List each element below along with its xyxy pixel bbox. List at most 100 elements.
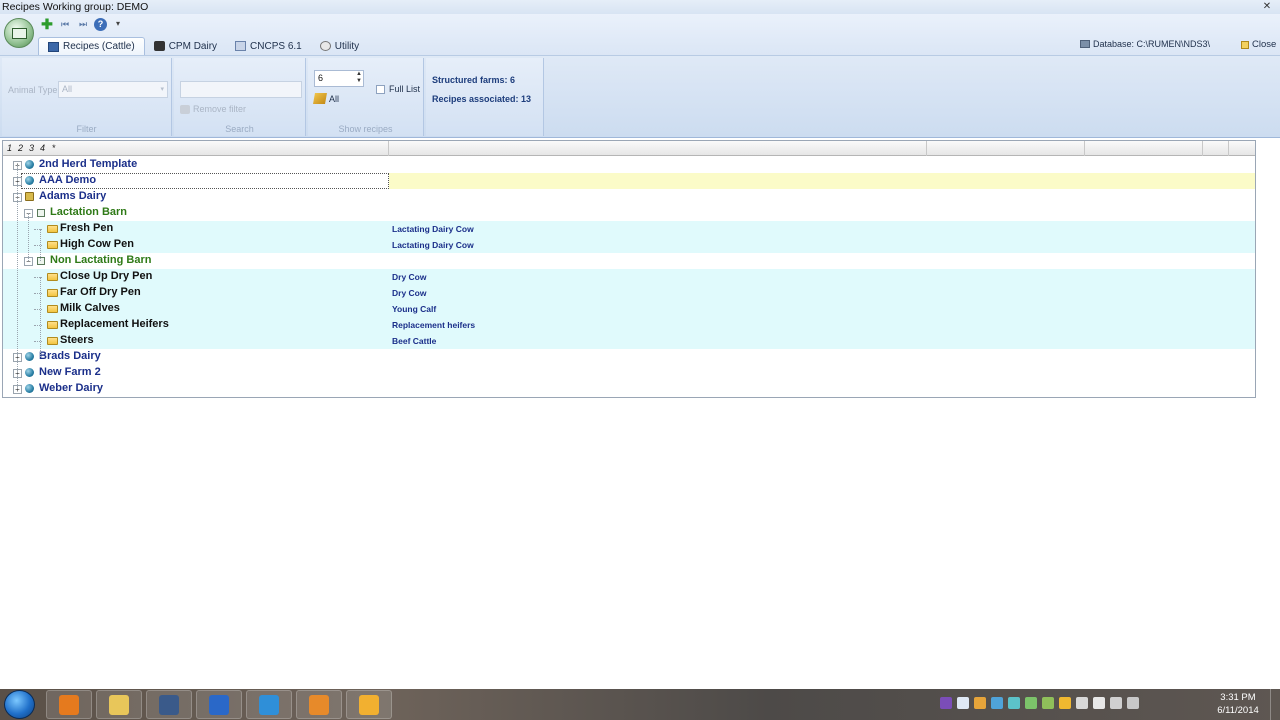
bluetooth-icon[interactable] (957, 697, 969, 709)
tree-item-label: Brads Dairy (39, 350, 101, 362)
tree-item-label: Lactation Barn (50, 206, 128, 218)
remove-filter-button[interactable]: Remove filter (180, 104, 246, 114)
tree-row[interactable]: Milk Calves Young Calf (3, 301, 1255, 317)
tree-row[interactable]: Steers Beef Cattle (3, 333, 1255, 349)
app-menu-button[interactable] (4, 18, 34, 48)
system-tray (940, 697, 1139, 709)
first-record-icon[interactable]: ⏮ (58, 18, 72, 31)
database-icon (1080, 40, 1090, 48)
animal-type-cell: Dry Cow (392, 272, 427, 282)
tree-connector (28, 213, 29, 261)
tree-item-label: Replacement Heifers (60, 318, 169, 330)
tab-label: CNCPS 6.1 (250, 40, 302, 52)
close-button[interactable]: Close (1241, 39, 1276, 50)
search-input[interactable] (180, 81, 302, 98)
tree-row[interactable]: +2nd Herd Template (3, 157, 1255, 173)
show-desktop-button[interactable] (1270, 689, 1280, 720)
tree-item-label: 2nd Herd Template (39, 158, 138, 170)
show-all-label: All (329, 93, 340, 104)
tab-utility[interactable]: Utility (311, 37, 368, 55)
taskbar-app-app-flower[interactable] (346, 690, 392, 719)
farm-globe-icon (25, 384, 34, 393)
tree-row[interactable]: + AAA Demo (3, 173, 1255, 189)
clock[interactable]: 3:31 PM 6/11/2014 (1212, 691, 1264, 717)
taskbar-app-internet-explorer[interactable] (246, 690, 292, 719)
tree-item-label: New Farm 2 (39, 366, 101, 378)
cncps-icon (235, 41, 247, 51)
search-group-label: Search (225, 124, 254, 134)
taskbar-app-file-explorer[interactable] (96, 690, 142, 719)
recipe-count-stepper[interactable]: 6 ▲ ▼ (314, 70, 364, 87)
taskbar-app-outlook[interactable] (296, 690, 342, 719)
tab-cncps[interactable]: CNCPS 6.1 (226, 37, 311, 55)
column-header-name[interactable] (3, 141, 389, 156)
security-icon[interactable] (1059, 697, 1071, 709)
tree-row[interactable]: Replacement Heifers Replacement heifers (3, 317, 1255, 333)
stepper-arrows-icon[interactable]: ▲ ▼ (356, 71, 362, 85)
customize-dropdown-icon[interactable]: ▾ (111, 18, 125, 31)
help-icon[interactable]: ? (94, 17, 107, 31)
tab-cpm-dairy[interactable]: CPM Dairy (145, 37, 226, 55)
column-header-5[interactable] (1203, 141, 1229, 156)
tree-item-label: High Cow Pen (60, 238, 134, 250)
tree-item-label: Far Off Dry Pen (60, 286, 141, 298)
column-header-type[interactable] (389, 141, 927, 156)
animal-type-cell: Replacement heifers (392, 320, 476, 330)
app-tray-icon[interactable] (974, 697, 986, 709)
remove-filter-icon (180, 104, 190, 114)
close-icon (1241, 40, 1249, 49)
power-icon[interactable] (1127, 697, 1139, 709)
usb-icon[interactable] (1042, 697, 1054, 709)
show-all-button[interactable]: All (313, 93, 340, 104)
farm-open-icon (25, 192, 34, 201)
tree-row[interactable]: − Adams Dairy (3, 189, 1255, 205)
tree-row[interactable]: − Non Lactating Barn (3, 253, 1255, 269)
column-header-3[interactable] (927, 141, 1085, 156)
tree-row[interactable]: + Weber Dairy (3, 381, 1255, 397)
info-group: Structured farms: 6 Recipes associated: … (426, 58, 544, 136)
recipes-associated-count: Recipes associated: 13 (432, 94, 532, 104)
volume-icon[interactable] (1110, 697, 1122, 709)
speaker-icon[interactable] (1076, 697, 1088, 709)
show-recipes-group: 6 ▲ ▼ All Full List Show recipes (308, 58, 424, 136)
search-group: Remove filter Search (174, 58, 306, 136)
last-record-icon[interactable]: ⏭ (76, 18, 90, 31)
internet-explorer-icon (259, 694, 279, 715)
column-header-4[interactable] (1085, 141, 1203, 156)
barn-icon (37, 209, 45, 217)
full-list-checkbox[interactable]: Full List (376, 84, 420, 94)
signal-icon[interactable] (1093, 697, 1105, 709)
sync-icon[interactable] (1008, 697, 1020, 709)
taskbar-app-app[interactable] (146, 690, 192, 719)
start-button[interactable] (4, 690, 35, 719)
tree-row[interactable]: + New Farm 2 (3, 365, 1255, 381)
tree-row[interactable]: High Cow Pen Lactating Dairy Cow (3, 237, 1255, 253)
animal-type-cell: Dry Cow (392, 288, 427, 298)
tree-row[interactable]: Close Up Dry Pen Dry Cow (3, 269, 1255, 285)
grid-header: 1 2 3 4 * (3, 141, 1255, 156)
taskbar-app-nds[interactable] (196, 690, 242, 719)
add-icon[interactable]: ✚ (40, 17, 54, 31)
tree-row[interactable]: − Lactation Barn (3, 205, 1255, 221)
monitor-icon[interactable] (1025, 697, 1037, 709)
database-label: Database: C:\RUMEN\NDS3\ (1093, 39, 1211, 49)
media-player-icon (59, 694, 79, 715)
farm-globe-icon (25, 352, 34, 361)
folder-icon (47, 273, 58, 281)
tree-row[interactable]: Fresh Pen Lactating Dairy Cow (3, 221, 1255, 237)
tab-recipes-cattle[interactable]: Recipes (Cattle) (38, 37, 145, 55)
recipe-tree-grid[interactable]: 1 2 3 4 * +2nd Herd Template + AAA Demo − Adams … (2, 140, 1256, 398)
onenote-icon[interactable] (940, 697, 952, 709)
tree-item-label: Adams Dairy (39, 190, 107, 202)
chevron-down-icon: ▾ (160, 86, 164, 93)
animal-type-cell: Young Calf (392, 304, 437, 314)
taskbar-app-media-player[interactable] (46, 690, 92, 719)
database-path: Database: C:\RUMEN\NDS3\ (1080, 39, 1210, 49)
tree-row[interactable]: Far Off Dry Pen Dry Cow (3, 285, 1255, 301)
app-logo-icon (12, 28, 27, 39)
network-icon[interactable] (991, 697, 1003, 709)
animal-type-select[interactable]: All ▾ (58, 81, 168, 98)
tree-row[interactable]: + Brads Dairy (3, 349, 1255, 365)
window-close-icon[interactable]: ✕ (1258, 1, 1276, 13)
tree-connector (40, 277, 41, 357)
